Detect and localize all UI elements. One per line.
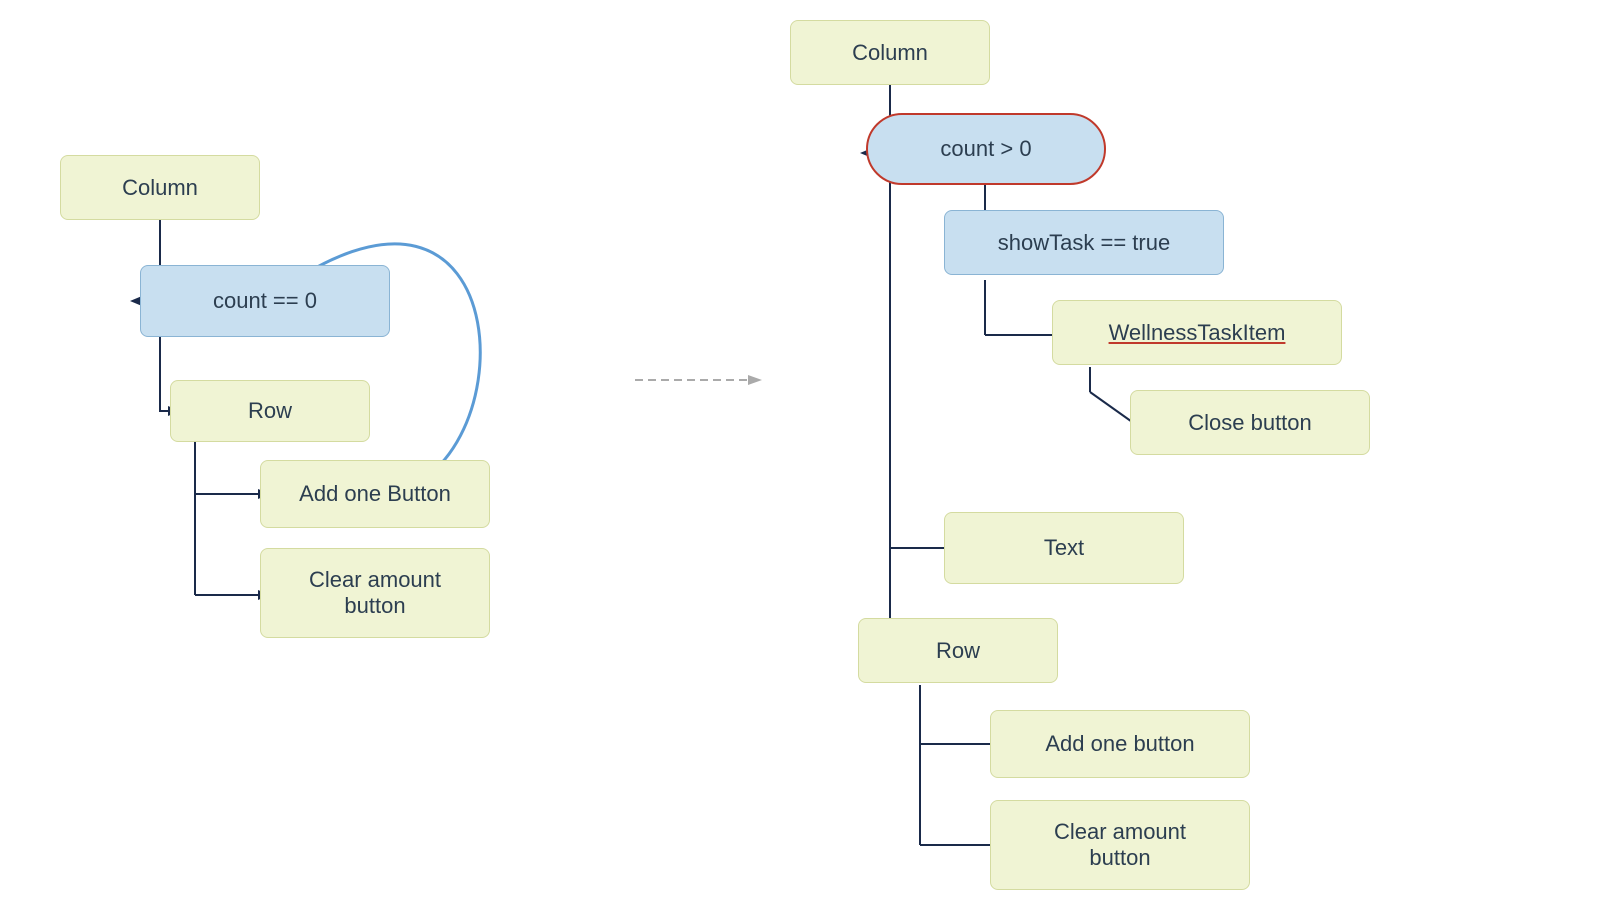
right-clear-amount-node: Clear amountbutton bbox=[990, 800, 1250, 890]
right-close-button-node: Close button bbox=[1130, 390, 1370, 455]
right-row-node: Row bbox=[858, 618, 1058, 683]
left-add-one-node: Add one Button bbox=[260, 460, 490, 528]
left-row-node: Row bbox=[170, 380, 370, 442]
left-clear-amount-node: Clear amountbutton bbox=[260, 548, 490, 638]
right-text-node: Text bbox=[944, 512, 1184, 584]
right-wellness-node: WellnessTaskItem bbox=[1052, 300, 1342, 365]
right-count-gt-0-node: count > 0 bbox=[866, 113, 1106, 185]
diagram-container: Column count == 0 Row Add one Button Cle… bbox=[0, 0, 1600, 908]
right-column-node: Column bbox=[790, 20, 990, 85]
left-count-eq-0-node: count == 0 bbox=[140, 265, 390, 337]
right-show-task-node: showTask == true bbox=[944, 210, 1224, 275]
left-column-node: Column bbox=[60, 155, 260, 220]
right-add-one-node: Add one button bbox=[990, 710, 1250, 778]
